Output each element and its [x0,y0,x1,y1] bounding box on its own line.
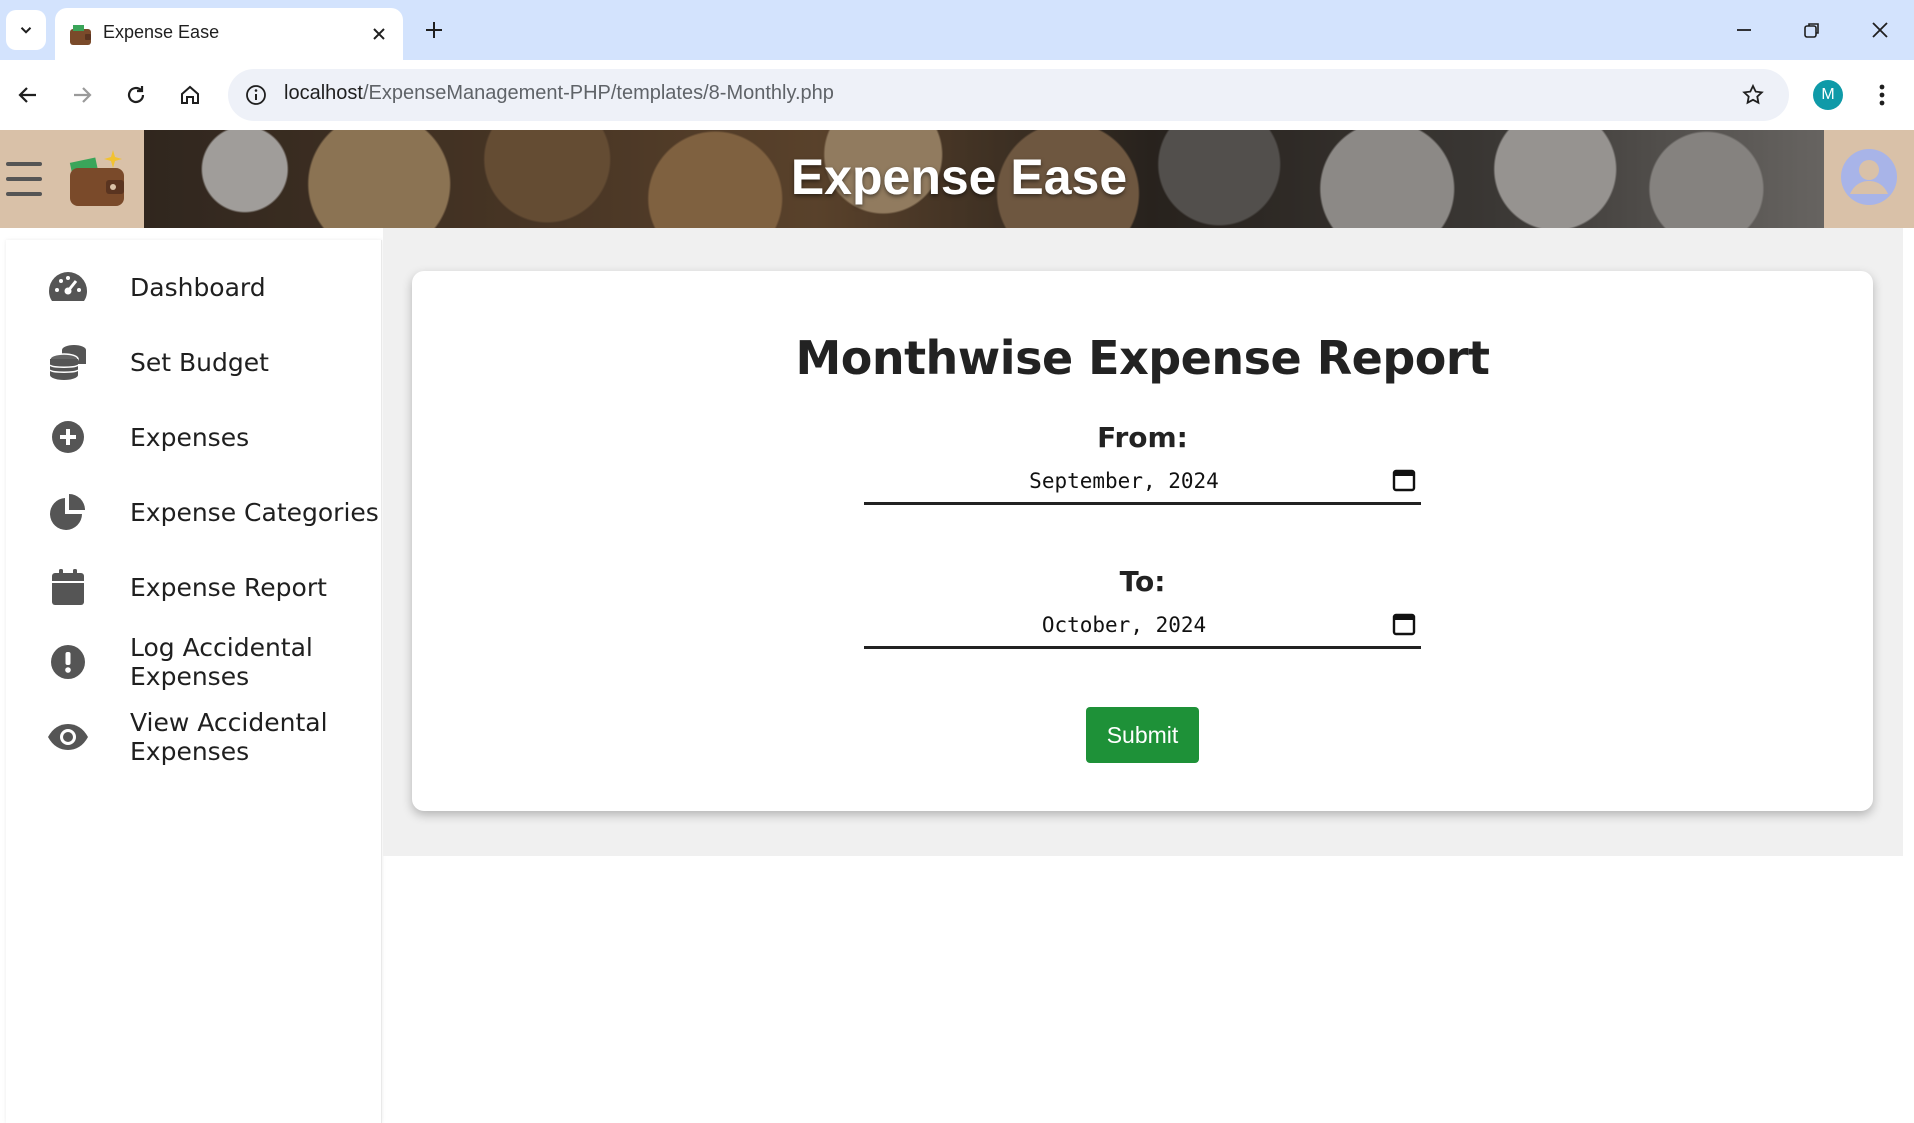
reload-icon [127,86,145,104]
home-button[interactable] [168,73,212,117]
browser-toolbar: localhost/ExpenseManagement-PHP/template… [0,60,1914,130]
page-title: Monthwise Expense Report [795,331,1490,385]
info-icon [246,85,266,105]
browser-profile-avatar[interactable]: M [1813,80,1843,110]
site-info-button[interactable] [238,77,274,113]
home-icon [181,85,199,104]
tab-title: Expense Ease [103,22,220,42]
gauge-icon [46,265,90,309]
calendar-picker-icon[interactable] [1391,467,1417,493]
close-icon [1872,22,1888,38]
user-avatar-icon[interactable] [1840,148,1898,206]
star-icon [1742,83,1764,105]
hamburger-menu-icon[interactable] [6,162,42,196]
pie-chart-icon [46,490,90,534]
app-header: Expense Ease [0,130,1914,228]
close-icon [373,28,385,40]
sidebar-item-expenses[interactable]: Expenses [6,403,382,471]
to-label: To: [1119,565,1166,598]
url-host: localhost [284,82,363,104]
plus-icon [426,22,442,38]
label-line-2: Expenses [130,737,250,766]
browser-tab-bar: Expense Ease [0,0,1914,60]
reload-button[interactable] [114,73,158,117]
report-card: Monthwise Expense Report From: September… [412,271,1873,811]
kebab-menu-icon [1879,84,1885,106]
window-close-button[interactable] [1852,8,1908,52]
arrow-left-icon [18,87,36,103]
exclamation-icon [46,640,90,684]
sidebar-item-expense-categories[interactable]: Expense Categories [6,478,382,546]
submit-button[interactable]: Submit [1086,707,1199,763]
bookmark-button[interactable] [1735,77,1771,113]
sidebar-item-dashboard[interactable]: Dashboard [6,253,382,321]
sidebar-item-view-accidental-expenses[interactable]: View Accidental Expenses [6,703,382,771]
eye-icon [46,715,90,759]
address-bar[interactable]: localhost/ExpenseManagement-PHP/template… [228,69,1789,121]
from-month-input[interactable]: September, 2024 [864,461,1421,505]
minimize-button[interactable] [1716,8,1772,52]
tab-close-button[interactable] [365,20,393,48]
to-month-value: October, 2024 [1041,613,1207,637]
restore-button[interactable] [1784,8,1840,52]
browser-tab[interactable]: Expense Ease [55,8,403,60]
browser-menu-button[interactable] [1864,75,1900,115]
sidebar-item-label: Expense Categories [130,497,379,527]
calendar-icon [46,565,90,609]
label-line-2: Expenses [130,662,250,691]
label-line-1: Log Accidental [130,633,313,662]
sidebar-item-label: Expense Report [130,572,327,602]
sidebar-item-expense-report[interactable]: Expense Report [6,553,382,621]
wallet-favicon-icon [70,25,91,45]
calendar-picker-icon[interactable] [1391,611,1417,637]
sidebar-item-log-accidental-expenses[interactable]: Log Accidental Expenses [6,628,382,696]
coins-icon [46,340,90,384]
url-path: /ExpenseManagement-PHP/templates/8-Month… [362,82,834,104]
to-month-input[interactable]: October, 2024 [864,605,1421,649]
wallet-logo-icon [69,150,124,206]
forward-button[interactable] [60,73,104,117]
sidebar-item-label: Log Accidental Expenses [130,633,313,691]
from-month-value: September, 2024 [1029,469,1219,493]
sidebar-item-label: Set Budget [130,347,269,377]
from-label: From: [1097,421,1188,454]
plus-circle-icon [46,415,90,459]
chevron-down-icon [20,27,32,34]
sidebar-item-label: Dashboard [130,272,266,302]
arrow-right-icon [74,87,92,103]
app-title: Expense Ease [790,149,1128,205]
sidebar-item-label: View Accidental Expenses [130,708,328,766]
sidebar-item-set-budget[interactable]: Set Budget [6,328,382,396]
tab-search-button[interactable] [6,10,46,50]
new-tab-button[interactable] [416,12,452,48]
coins-banner: Expense Ease [144,130,1824,228]
sidebar-item-label: Expenses [130,422,250,452]
sidebar: Dashboard Set Budget Expenses Expense Ca… [6,240,382,1123]
minimize-icon [1737,29,1751,31]
restore-icon [1804,23,1819,38]
url-text[interactable]: localhost/ExpenseManagement-PHP/template… [284,82,834,105]
label-line-1: View Accidental [130,708,328,737]
back-button[interactable] [6,73,50,117]
